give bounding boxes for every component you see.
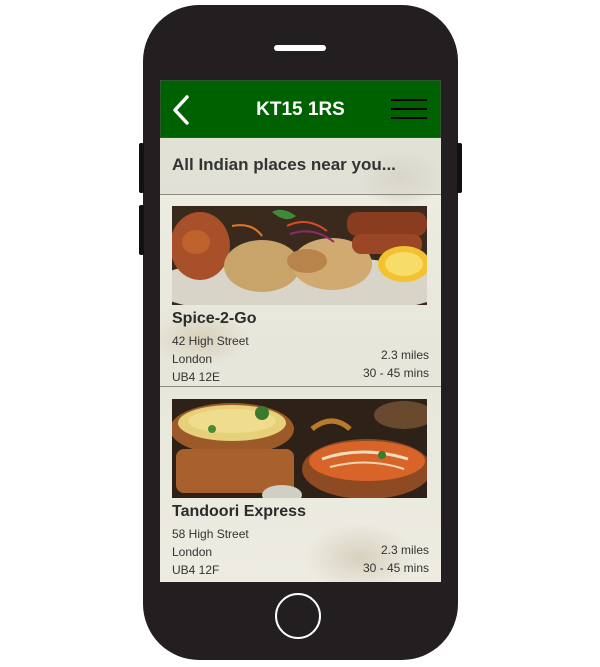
phone-side-button [139,205,144,255]
restaurant-food-image [172,399,427,498]
restaurant-food-image [172,206,427,305]
restaurant-address-line1: 42 High Street [172,334,249,348]
restaurant-postcode: UB4 12E [172,370,221,384]
restaurant-distance: 2.3 miles [380,348,429,362]
restaurant-delivery-time: 30 - 45 mins [362,366,429,380]
app-header: KT15 1RS [160,80,441,138]
phone-side-button [139,143,144,193]
restaurant-address-line1: 58 High Street [172,527,249,541]
restaurant-postcode: UB4 12F [172,563,220,577]
restaurant-name: Spice-2-Go [172,310,257,327]
restaurant-delivery-time: 30 - 45 mins [362,561,429,575]
results-heading: All Indian places near you... [172,155,396,174]
results-heading-bar: All Indian places near you... [160,138,441,195]
hamburger-menu-icon[interactable] [391,99,427,121]
phone-frame: KT15 1RS All Indian places near you... S… [139,5,462,660]
app-screen: KT15 1RS All Indian places near you... S… [160,80,441,582]
home-button[interactable] [275,593,321,639]
phone-side-button [457,143,462,193]
phone-speaker [274,45,326,51]
restaurant-address-line2: London [172,545,213,559]
restaurant-distance: 2.3 miles [380,543,429,557]
restaurant-card[interactable]: Tandoori Express 58 High Street London U… [160,387,441,580]
restaurant-card[interactable]: Spice-2-Go 42 High Street London UB4 12E… [160,194,441,387]
restaurant-address-line2: London [172,352,213,366]
restaurant-name: Tandoori Express [172,503,306,520]
